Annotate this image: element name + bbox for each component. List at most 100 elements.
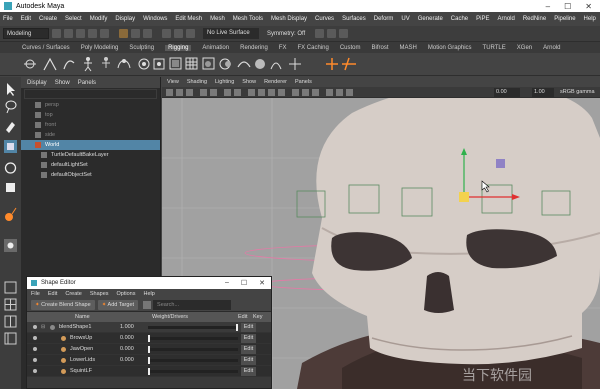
select-tool-icon[interactable] <box>7 83 15 96</box>
slider-knob[interactable] <box>148 346 150 353</box>
blend-shape-row[interactable]: ⊟ blendShape1 1.000 Edit <box>27 322 271 333</box>
new-scene-icon[interactable] <box>52 29 61 38</box>
visibility-toggle-icon[interactable] <box>33 369 37 373</box>
rotate-tool-icon[interactable] <box>4 162 17 174</box>
shape-menu-shapes[interactable]: Shapes <box>90 291 109 297</box>
paint-weights-icon[interactable] <box>153 58 165 70</box>
outliner-menu-display[interactable]: Display <box>27 80 47 86</box>
menu-edit[interactable]: Edit <box>21 16 31 22</box>
menu-mesh[interactable]: Mesh <box>210 16 225 22</box>
add-target-button[interactable]: ✦ Add Target <box>97 300 139 310</box>
visibility-toggle-icon[interactable] <box>33 336 37 340</box>
single-view-layout-icon[interactable] <box>4 281 17 294</box>
select-component-icon[interactable] <box>143 29 152 38</box>
smooth-shade-icon[interactable] <box>258 89 265 96</box>
snap-curve-icon[interactable] <box>174 29 183 38</box>
four-view-layout-icon[interactable] <box>4 298 17 311</box>
outliner-item-side[interactable]: side <box>21 130 160 140</box>
shelf-tab-bifrost[interactable]: Bifrost <box>372 45 389 51</box>
resolution-gate-icon[interactable] <box>234 89 241 96</box>
cluster-icon[interactable] <box>169 57 182 70</box>
constraint-point-icon[interactable] <box>342 57 356 71</box>
constraint-parent-icon[interactable] <box>326 58 338 70</box>
snap-together-icon[interactable] <box>4 239 17 252</box>
render-settings-icon[interactable] <box>339 29 349 38</box>
viewport-menu-view[interactable]: View <box>167 79 179 85</box>
menu-uv[interactable]: UV <box>401 16 409 22</box>
live-surface-field[interactable]: No Live Surface <box>203 28 259 39</box>
shelf-tab-rendering[interactable]: Rendering <box>240 45 268 51</box>
edit-button[interactable]: Edit <box>241 367 256 376</box>
menu-windows[interactable]: Windows <box>143 16 167 22</box>
minimize-icon[interactable]: – <box>546 2 550 11</box>
menu-mesh-tools[interactable]: Mesh Tools <box>233 16 263 22</box>
humanik-icon[interactable] <box>84 57 92 72</box>
menu-mesh-display[interactable]: Mesh Display <box>271 16 307 22</box>
menu-help[interactable]: Help <box>584 16 596 22</box>
gamma-field[interactable]: 1.00 <box>532 88 554 97</box>
viewport-menu-renderer[interactable]: Renderer <box>264 79 287 85</box>
viewport-menu-panels[interactable]: Panels <box>295 79 312 85</box>
shelf-tab-rigging[interactable]: Rigging <box>165 44 192 51</box>
select-hierarchy-icon[interactable] <box>119 29 128 38</box>
grid-toggle-icon[interactable] <box>210 89 217 96</box>
weight-slider[interactable] <box>148 324 238 331</box>
menu-modify[interactable]: Modify <box>90 16 108 22</box>
shelf-tab-poly-modeling[interactable]: Poly Modeling <box>81 45 119 51</box>
visibility-toggle-icon[interactable] <box>33 347 37 351</box>
lasso-tool-icon[interactable] <box>5 100 17 114</box>
outliner-item-defaultlightset[interactable]: defaultLightSet <box>21 160 160 170</box>
slider-knob[interactable] <box>236 324 238 331</box>
side-by-side-layout-icon[interactable] <box>4 315 17 328</box>
color-space-label[interactable]: sRGB gamma <box>560 88 595 97</box>
shape-menu-edit[interactable]: Edit <box>48 291 57 297</box>
shadows-icon[interactable] <box>292 89 299 96</box>
target-row[interactable]: LowerLids 0.000 Edit <box>27 355 271 366</box>
bind-skin-icon[interactable] <box>117 59 131 69</box>
scale-tool-icon[interactable] <box>6 183 15 192</box>
exposure-field[interactable]: 0.00 <box>494 88 520 97</box>
shelf-tab-fx-caching[interactable]: FX Caching <box>297 45 328 51</box>
edit-button[interactable]: Edit <box>241 323 256 332</box>
visibility-toggle-icon[interactable] <box>33 358 37 362</box>
weight-value[interactable]: 1.000 <box>120 324 134 330</box>
target-row[interactable]: BrowsUp 0.000 Edit <box>27 333 271 344</box>
shelf-tab-animation[interactable]: Animation <box>202 45 229 51</box>
menu-cache[interactable]: Cache <box>451 16 468 22</box>
menu-create[interactable]: Create <box>39 16 57 22</box>
lights-icon[interactable] <box>278 89 285 96</box>
menu-display[interactable]: Display <box>115 16 135 22</box>
weight-slider[interactable] <box>148 368 238 375</box>
weight-slider[interactable] <box>148 357 238 364</box>
menu-surfaces[interactable]: Surfaces <box>342 16 366 22</box>
shape-menu-file[interactable]: File <box>31 291 40 297</box>
menu-pipeline[interactable]: Pipeline <box>554 16 575 22</box>
ik-handle-icon[interactable] <box>43 57 57 71</box>
film-gate-icon[interactable] <box>224 89 231 96</box>
xray-joints-icon[interactable] <box>346 89 353 96</box>
undo-icon[interactable] <box>88 29 97 38</box>
slider-knob[interactable] <box>148 357 150 364</box>
textured-icon[interactable] <box>268 89 275 96</box>
shape-menu-create[interactable]: Create <box>65 291 82 297</box>
mode-selector[interactable]: Modeling <box>3 28 49 39</box>
sculpt-deformer-icon[interactable] <box>255 59 265 69</box>
move-tool-icon[interactable] <box>4 140 17 153</box>
redo-icon[interactable] <box>100 29 109 38</box>
shelf-tab-turtle[interactable]: TURTLE <box>483 45 506 51</box>
weight-slider[interactable] <box>148 335 238 342</box>
slider-knob[interactable] <box>148 335 150 342</box>
symmetry-label[interactable]: Symmetry: Off <box>267 31 305 37</box>
outliner-item-top[interactable]: top <box>21 110 160 120</box>
minimize-icon[interactable]: – <box>225 279 229 287</box>
outliner-item-turtledefaultbakelayer[interactable]: TurtleDefaultBakeLayer <box>21 150 160 160</box>
shelf-tab-mash[interactable]: MASH <box>400 45 417 51</box>
weight-value[interactable]: 0.000 <box>120 335 134 341</box>
close-icon[interactable]: ✕ <box>585 2 592 11</box>
menu-curves[interactable]: Curves <box>315 16 334 22</box>
shelf-tab-custom[interactable]: Custom <box>340 45 361 51</box>
outliner-item-world[interactable]: World <box>21 140 160 150</box>
weight-value[interactable]: 0.000 <box>120 357 134 363</box>
smooth-skin-icon[interactable] <box>138 58 150 70</box>
menu-deform[interactable]: Deform <box>374 16 394 22</box>
